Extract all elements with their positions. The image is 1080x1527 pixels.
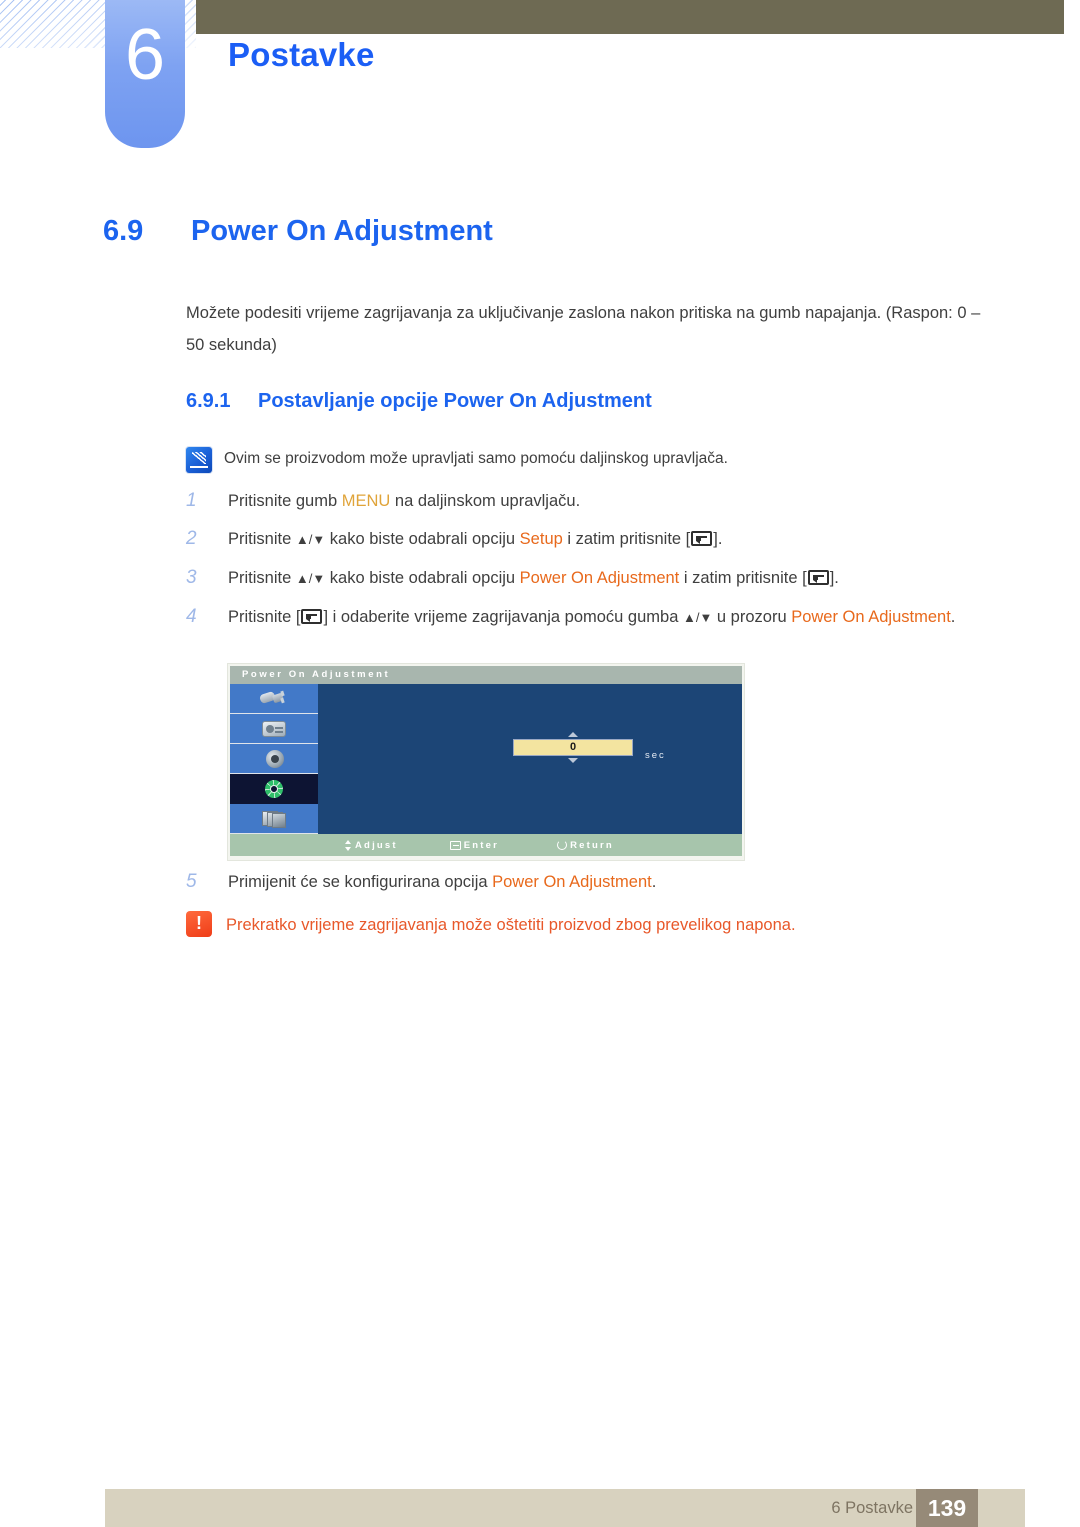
power-on-adjustment-spinner[interactable]: 0	[513, 732, 633, 763]
step-text-highlight: ▲/▼	[295, 571, 326, 586]
subsection-title-text: Postavljanje opcije Power On Adjustment	[258, 390, 652, 412]
osd-screenshot: Power On Adjustment 0 sec Adjust Enter R…	[227, 663, 745, 861]
step-text-run: kako biste odabrali opciju	[325, 530, 520, 548]
section-heading: 6.9 Power On Adjustment	[103, 215, 493, 248]
osd-sidebar	[230, 684, 318, 834]
step-item: 4 Pritisnite [ ] i odaberite vrijeme zagri…	[186, 604, 986, 631]
step-item: 3 Pritisnite ▲/▼ kako biste odabrali opci…	[186, 565, 986, 592]
osd-title-bar: Power On Adjustment	[230, 666, 742, 684]
multi-display-stack-icon	[258, 809, 290, 829]
power-on-adjustment-value[interactable]: 0	[513, 739, 633, 756]
step-text-run: .	[950, 608, 956, 626]
osd-body: 0 sec	[230, 684, 742, 834]
section-number: 6.9	[103, 215, 144, 247]
osd-menu-item-sound[interactable]	[230, 744, 318, 774]
footer-label: 6 Postavke	[831, 1499, 913, 1517]
triangle-down-icon[interactable]	[568, 758, 578, 763]
step-text-run: ].	[713, 530, 723, 548]
enter-key-icon	[449, 840, 461, 850]
step-item: 2 Pritisnite ▲/▼ kako biste odabrali opci…	[186, 526, 986, 553]
up-down-arrow-icon	[345, 839, 352, 851]
step-text: Pritisnite [ ] i odaberite vrijeme zagrij…	[228, 604, 955, 631]
osd-menu-item-input[interactable]	[230, 684, 318, 714]
page-number: 139	[916, 1489, 978, 1527]
osd-hint-adjust: Adjust	[345, 839, 398, 851]
osd-hint-enter: Enter	[449, 839, 500, 851]
speaker-icon	[258, 749, 290, 769]
plug-connector-icon	[258, 689, 290, 709]
osd-menu-item-picture[interactable]	[230, 714, 318, 744]
step-text-highlight: Power On Adjustment	[492, 873, 652, 891]
step-text-run: kako biste odabrali opciju	[325, 569, 520, 587]
picture-card-icon	[258, 719, 290, 739]
step-text: Pritisnite gumb MENU na daljinskom uprav…	[228, 488, 580, 514]
subsection-heading: 6.9.1 Postavljanje opcije Power On Adjust…	[186, 390, 652, 413]
return-circle-icon	[557, 840, 568, 850]
exclamation-warning-icon: !	[186, 911, 212, 937]
step-index: 4	[186, 606, 197, 627]
gear-setup-icon	[258, 779, 290, 799]
step-text: Pritisnite ▲/▼ kako biste odabrali opcij…	[228, 526, 722, 553]
enter-key-icon	[807, 570, 829, 585]
step-text: Primijenit će se konfigurirana opcija Po…	[228, 869, 656, 895]
page-footer: 6 Postavke 139	[105, 1489, 1025, 1527]
warning-block: ! Prekratko vrijeme zagrijavanja može oš…	[186, 911, 1006, 938]
step-index: 3	[186, 567, 197, 588]
step-text-run: .	[651, 873, 657, 891]
osd-footer-hints: Adjust Enter Return	[230, 834, 742, 856]
subsection-number: 6.9.1	[186, 390, 231, 412]
step-index: 1	[186, 490, 197, 511]
step-text-run: ].	[829, 569, 839, 587]
power-on-adjustment-unit: sec	[645, 750, 666, 761]
enter-key-icon	[691, 531, 713, 546]
step-text-run: Pritisnite	[228, 530, 296, 548]
step-index: 2	[186, 528, 197, 549]
step-text: Pritisnite ▲/▼ kako biste odabrali opcij…	[228, 565, 839, 592]
enter-key-icon	[301, 609, 323, 624]
step-text-highlight: ▲/▼	[682, 610, 713, 625]
note-text: Ovim se proizvodom može upravljati samo …	[224, 450, 728, 467]
step-index: 5	[186, 871, 197, 892]
step-text-run: u prozoru	[712, 608, 792, 626]
step-text-highlight: MENU	[341, 492, 391, 510]
step-text-run: Primijenit će se konfigurirana opcija	[228, 873, 493, 891]
section-title-text: Power On Adjustment	[191, 215, 493, 247]
triangle-up-icon[interactable]	[568, 732, 578, 737]
step-text-run: Pritisnite [	[228, 608, 301, 626]
osd-hint-enter-label: Enter	[463, 839, 500, 851]
step-text-run: i zatim pritisnite [	[679, 569, 807, 587]
note-pencil-icon	[186, 447, 212, 473]
step-text-highlight: Power On Adjustment	[791, 608, 951, 626]
osd-menu-item-setup[interactable]	[230, 774, 318, 804]
osd-hint-return: Return	[557, 840, 614, 851]
step-text-run: Pritisnite	[228, 569, 296, 587]
header-bar	[196, 0, 1064, 34]
step-item: 1 Pritisnite gumb MENU na daljinskom upra…	[186, 488, 986, 514]
step-text-run: Pritisnite gumb	[228, 492, 342, 510]
step-text-highlight: Setup	[519, 530, 563, 548]
osd-menu-item-multicontrol[interactable]	[230, 804, 318, 834]
step-text-run: na daljinskom upravljaču.	[390, 492, 581, 510]
chapter-number-badge: 6	[105, 0, 185, 148]
note-block: Ovim se proizvodom može upravljati samo …	[186, 446, 986, 473]
osd-main-panel: 0 sec	[318, 684, 742, 834]
step-text-run: ] i odaberite vrijeme zagrijavanja pomoć…	[323, 608, 683, 626]
section-intro-text: Možete podesiti vrijeme zagrijavanja za …	[186, 304, 981, 354]
osd-hint-return-label: Return	[570, 839, 614, 851]
chapter-title: Postavke	[228, 36, 375, 73]
osd-hint-adjust-label: Adjust	[355, 839, 398, 851]
warning-text: Prekratko vrijeme zagrijavanja može ošte…	[226, 916, 796, 934]
step-text-run: i zatim pritisnite [	[562, 530, 691, 548]
step-text-highlight: ▲/▼	[295, 532, 326, 547]
steps-list: 1 Pritisnite gumb MENU na daljinskom upra…	[186, 488, 986, 643]
step-text-highlight: Power On Adjustment	[519, 569, 680, 587]
chapter-number: 6	[124, 15, 166, 95]
step-item: 5 Primijenit će se konfigurirana opcija …	[186, 869, 986, 895]
